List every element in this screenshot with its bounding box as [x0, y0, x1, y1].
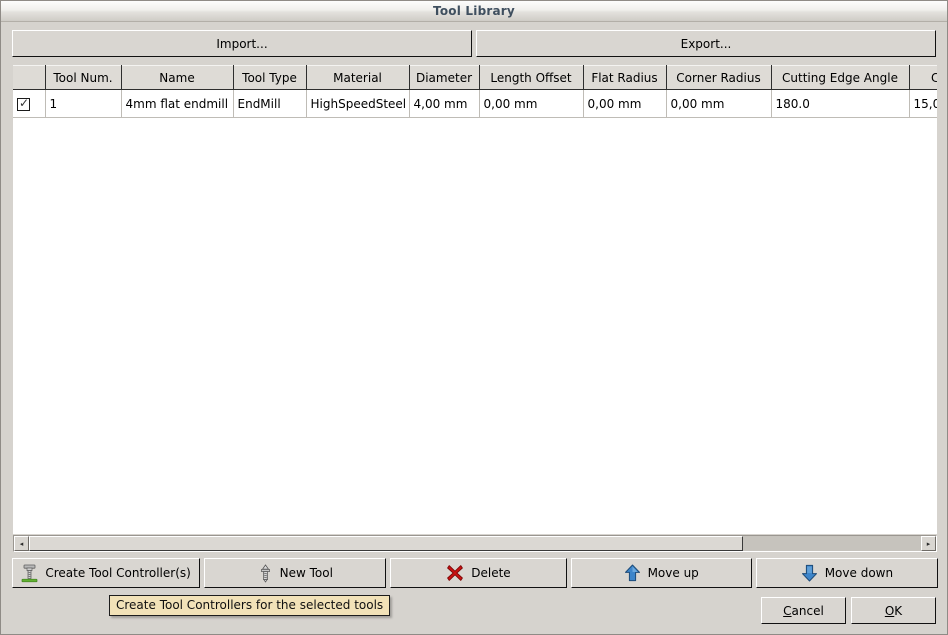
column-header-material[interactable]: Material: [306, 65, 410, 90]
delete-x-icon: [446, 564, 464, 582]
scrollbar-thumb[interactable]: [29, 536, 743, 551]
ok-button[interactable]: OK: [851, 597, 936, 624]
drill-bit-icon: [258, 563, 273, 583]
move-down-label: Move down: [824, 566, 894, 580]
cell-material[interactable]: HighSpeedSteel: [306, 89, 410, 118]
column-header-cutting-edge-angle[interactable]: Cutting Edge Angle: [771, 65, 910, 90]
checkmark-icon: ✓: [19, 95, 30, 110]
window-titlebar: Tool Library: [1, 1, 947, 22]
column-header-flat-radius[interactable]: Flat Radius: [583, 65, 667, 90]
create-tool-controllers-button[interactable]: Create Tool Controller(s): [12, 558, 201, 588]
row-select-checkbox[interactable]: ✓: [17, 95, 30, 111]
row-select-checkbox-cell[interactable]: ✓: [13, 89, 46, 118]
horizontal-scrollbar[interactable]: ◂ ▸: [13, 535, 937, 552]
action-button-bar: Create Tool Controller(s) New Tool Delet…: [12, 558, 938, 590]
delete-label: Delete: [471, 566, 511, 580]
cell-flat-radius[interactable]: 0,00 mm: [583, 89, 667, 118]
move-up-button[interactable]: Move up: [570, 558, 752, 588]
tooltip-text: Create Tool Controllers for the selected…: [116, 598, 384, 612]
ok-label-rest: K: [894, 603, 903, 618]
cell-name[interactable]: 4mm flat endmill: [121, 89, 234, 118]
move-down-button[interactable]: Move down: [755, 558, 938, 588]
column-header-corner-radius[interactable]: Corner Radius: [666, 65, 772, 90]
cell-tool-type[interactable]: EndMill: [233, 89, 307, 118]
scroll-right-arrow-icon[interactable]: ▸: [921, 536, 936, 551]
column-header-tool-num[interactable]: Tool Num.: [45, 65, 122, 90]
tooltip: Create Tool Controllers for the selected…: [109, 595, 391, 616]
cell-tool-num[interactable]: 1: [45, 89, 122, 118]
cell-corner-radius[interactable]: 0,00 mm: [666, 89, 772, 118]
window-title: Tool Library: [433, 4, 515, 18]
cell-cutting-edge-angle[interactable]: 180.0: [771, 89, 910, 118]
column-header-diameter[interactable]: Diameter: [409, 65, 480, 90]
cell-diameter[interactable]: 4,00 mm: [409, 89, 480, 118]
arrow-up-icon: [624, 564, 641, 582]
tool-table: Tool Num. Name Tool Type Material Diamet…: [13, 65, 937, 118]
move-up-label: Move up: [647, 566, 699, 580]
import-export-bar: Import... Export...: [1, 22, 947, 60]
cell-length-offset[interactable]: 0,00 mm: [479, 89, 584, 118]
create-tool-controllers-label: Create Tool Controller(s): [45, 566, 191, 580]
cancel-mnemonic: C: [783, 603, 792, 618]
column-header-tool-type[interactable]: Tool Type: [233, 65, 307, 90]
dialog-button-bar: Cancel OK: [761, 597, 936, 624]
cancel-label-rest: ancel: [791, 603, 824, 618]
scroll-left-arrow-icon[interactable]: ◂: [14, 536, 29, 551]
ok-mnemonic: O: [884, 603, 895, 618]
export-button[interactable]: Export...: [476, 30, 936, 57]
column-header-cutting-edge-height[interactable]: Cu: [909, 65, 937, 90]
delete-button[interactable]: Delete: [390, 558, 567, 588]
scrollbar-track[interactable]: [29, 536, 921, 551]
tool-controller-icon: [21, 564, 38, 583]
arrow-down-icon: [801, 564, 818, 582]
cell-cutting-edge-height[interactable]: 15,0: [909, 89, 937, 118]
tool-library-dialog: Tool Library Import... Export... Tool Nu…: [0, 0, 948, 635]
new-tool-label: New Tool: [279, 566, 333, 580]
import-button[interactable]: Import...: [12, 30, 472, 57]
column-header-length-offset[interactable]: Length Offset: [479, 65, 584, 90]
cancel-button[interactable]: Cancel: [761, 597, 846, 624]
table-row[interactable]: ✓ 1 4mm flat endmill EndMill HighSpeedSt…: [13, 89, 937, 118]
column-header-name[interactable]: Name: [121, 65, 234, 90]
tool-table-container[interactable]: Tool Num. Name Tool Type Material Diamet…: [13, 65, 937, 534]
column-header-select[interactable]: [13, 65, 46, 90]
table-header-row: Tool Num. Name Tool Type Material Diamet…: [13, 65, 937, 90]
new-tool-button[interactable]: New Tool: [204, 558, 387, 588]
